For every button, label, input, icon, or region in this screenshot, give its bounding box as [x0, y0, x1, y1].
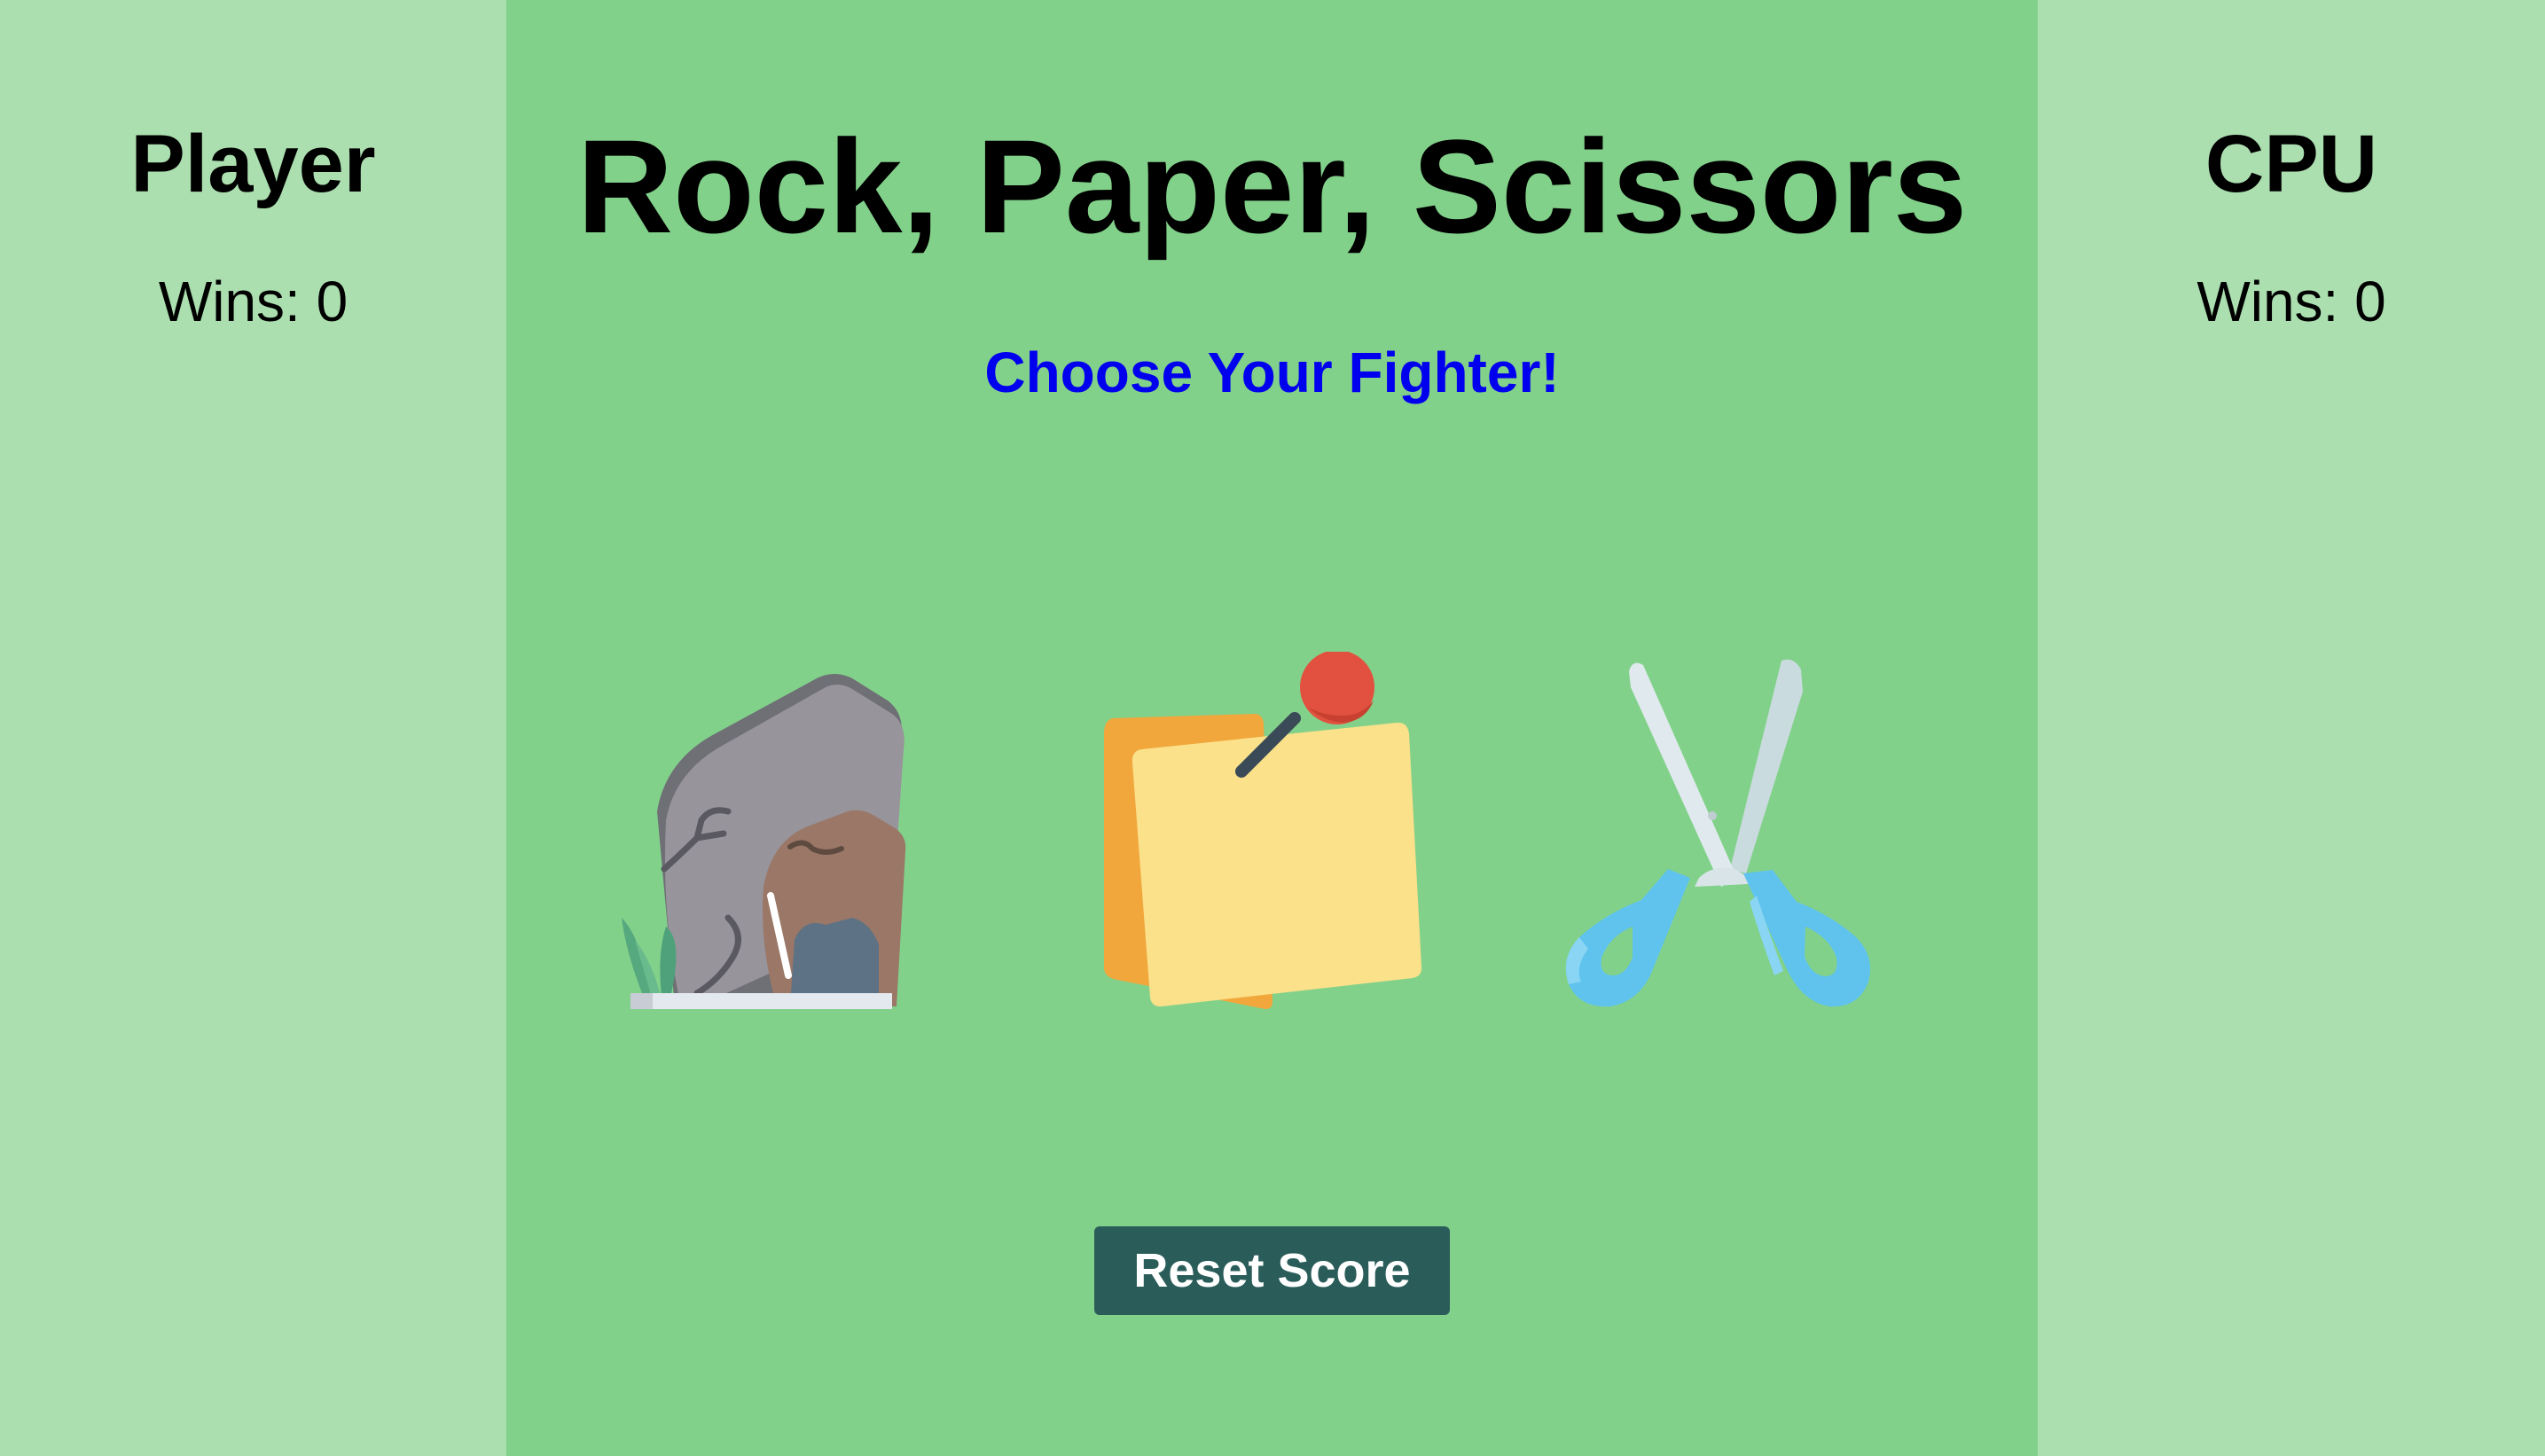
cpu-wins-count: 0 — [2354, 270, 2386, 333]
scissors-button[interactable] — [1544, 652, 1899, 1033]
scissors-icon — [1565, 659, 1870, 1007]
reset-score-button[interactable]: Reset Score — [1094, 1226, 1450, 1315]
player-title: Player — [130, 119, 376, 209]
game-screen: Player Wins: 0 Rock, Paper, Scissors Cho… — [0, 0, 2545, 1456]
player-wins: Wins: 0 — [0, 268, 506, 335]
paper-button[interactable] — [1077, 652, 1432, 1033]
player-wins-count: 0 — [316, 270, 348, 333]
player-panel: Player Wins: 0 — [0, 0, 506, 1456]
rock-icon — [622, 674, 906, 1009]
player-wins-label: Wins: — [158, 270, 301, 333]
cpu-wins: Wins: 0 — [2038, 268, 2545, 335]
game-area: Rock, Paper, Scissors Choose Your Fighte… — [506, 0, 2038, 1456]
choose-fighter-prompt: Choose Your Fighter! — [984, 341, 1560, 404]
cpu-title: CPU — [2204, 119, 2378, 209]
cpu-panel: CPU Wins: 0 — [2038, 0, 2545, 1456]
rock-button[interactable] — [613, 652, 967, 1033]
game-title: Rock, Paper, Scissors — [576, 112, 1968, 261]
paper-icon — [1104, 652, 1422, 1009]
cpu-wins-label: Wins: — [2197, 270, 2339, 333]
